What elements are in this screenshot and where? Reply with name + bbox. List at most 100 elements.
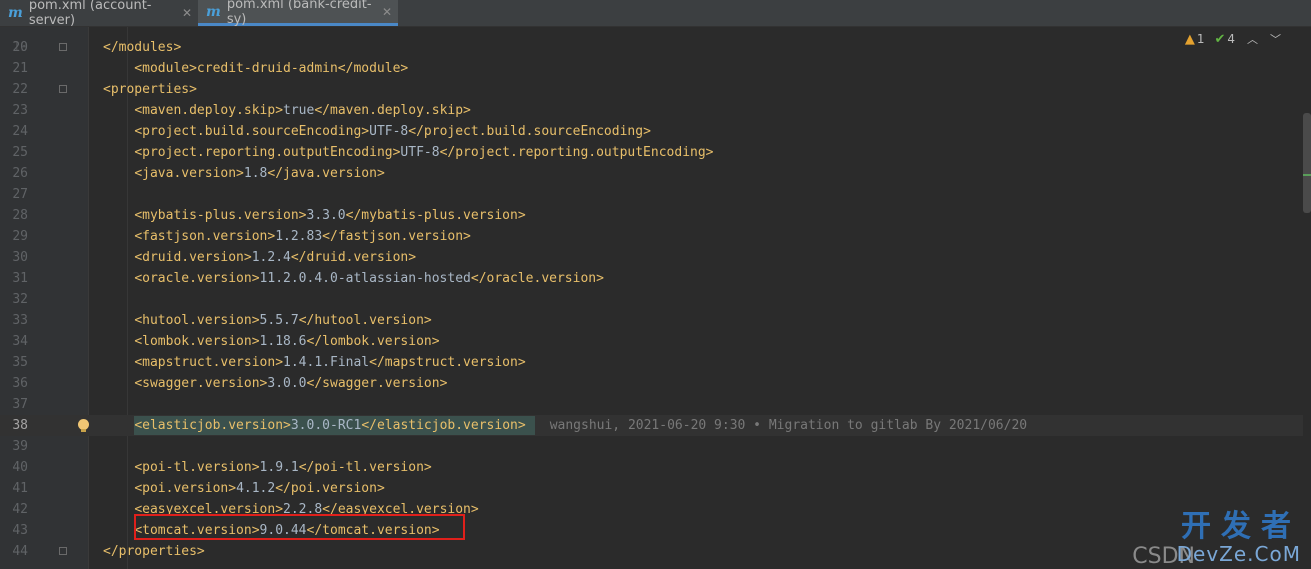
code-line[interactable]: 20 </modules> — [0, 37, 1303, 58]
line-code: <properties> — [103, 79, 197, 100]
maven-icon: m — [8, 5, 23, 21]
editor-tab-bar: m pom.xml (account-server) ✕ m pom.xml (… — [0, 0, 1311, 28]
code-line[interactable]: 30 <druid.version>1.2.4</druid.version> — [0, 247, 1303, 268]
code-line[interactable]: 44 </properties> — [0, 541, 1303, 562]
line-number: 43 — [12, 523, 28, 538]
change-marker — [1303, 174, 1311, 176]
tab-pom-account-server[interactable]: m pom.xml (account-server) ✕ — [0, 0, 198, 28]
xml-value: 3.0.0 — [267, 376, 307, 391]
code-line[interactable]: 37 — [0, 394, 1303, 415]
code-editor[interactable]: 19 <module>credit-druid-admin</module> 2… — [0, 27, 1311, 569]
line-number: 39 — [12, 439, 28, 454]
line-number: 38 — [12, 418, 28, 433]
code-line[interactable]: 24 <project.build.sourceEncoding>UTF-8</… — [0, 121, 1303, 142]
close-icon[interactable]: ✕ — [182, 6, 192, 20]
xml-open-tag: <poi-tl.version> — [134, 460, 260, 475]
xml-close-tag: </elasticjob.version> — [361, 418, 526, 433]
xml-open-tag: <mybatis-plus.version> — [134, 208, 307, 223]
code-line[interactable]: 25 <project.reporting.outputEncoding>UTF… — [0, 142, 1303, 163]
inspection-widget[interactable]: ▲ 1 ✔ 4 ︿ ﹀ — [1185, 31, 1281, 47]
xml-close-tag: </poi-tl.version> — [298, 460, 432, 475]
code-line[interactable]: 35 <mapstruct.version>1.4.1.Final</mapst… — [0, 352, 1303, 373]
xml-value: 1.9.1 — [259, 460, 299, 475]
xml-close-tag: </maven.deploy.skip> — [314, 103, 471, 118]
tab-label: pom.xml (bank-credit-sy) — [226, 0, 372, 27]
watermark-en: DevZe.CoM — [1176, 542, 1301, 566]
line-code: <swagger.version>3.0.0</swagger.version> — [103, 373, 447, 394]
close-icon[interactable]: ✕ — [382, 5, 392, 19]
code-line[interactable]: 29 <fastjson.version>1.2.83</fastjson.ve… — [0, 226, 1303, 247]
line-number: 32 — [12, 292, 28, 307]
line-number: 44 — [12, 544, 28, 559]
vertical-scrollbar[interactable] — [1303, 27, 1311, 569]
xml-open-tag: <java.version> — [134, 166, 244, 181]
line-number: 35 — [12, 355, 28, 370]
xml-open-tag: <hutool.version> — [134, 313, 260, 328]
tab-pom-bank-credit-sy[interactable]: m pom.xml (bank-credit-sy) ✕ — [198, 0, 398, 27]
code-line[interactable]: 36 <swagger.version>3.0.0</swagger.versi… — [0, 373, 1303, 394]
partial-line: 19 <module>credit-druid-admin</module> — [12, 40, 409, 76]
line-code: <mapstruct.version>1.4.1.Final</mapstruc… — [103, 352, 525, 373]
code-line[interactable]: 40 <poi-tl.version>1.9.1</poi-tl.version… — [0, 457, 1303, 478]
code-line[interactable]: 27 — [0, 184, 1303, 205]
fold-marker-icon[interactable] — [59, 43, 67, 51]
xml-close-tag: </project.reporting.outputEncoding> — [439, 145, 714, 160]
xml-open-tag: <project.reporting.outputEncoding> — [134, 145, 401, 160]
chevron-up-icon[interactable]: ︿ — [1247, 31, 1258, 47]
xml-value: 1.8 — [243, 166, 268, 181]
code-line[interactable]: 23 <maven.deploy.skip>true</maven.deploy… — [0, 100, 1303, 121]
code-line[interactable]: 31 <oracle.version>11.2.0.4.0-atlassian-… — [0, 268, 1303, 289]
lightbulb-icon[interactable] — [78, 419, 89, 432]
xml-open-tag: <elasticjob.version> — [134, 418, 291, 433]
code-line[interactable]: 21 — [0, 58, 1303, 79]
line-number: 42 — [12, 502, 28, 517]
code-line[interactable]: 41 <poi.version>4.1.2</poi.version> — [0, 478, 1303, 499]
line-code: <druid.version>1.2.4</druid.version> — [103, 247, 416, 268]
line-number: 25 — [12, 145, 28, 160]
scrollbar-thumb[interactable] — [1303, 113, 1311, 213]
xml-open-tag: <properties> — [103, 82, 197, 97]
xml-value: 5.5.7 — [259, 313, 299, 328]
line-number: 22 — [12, 82, 28, 97]
xml-open-tag: <poi.version> — [134, 481, 237, 496]
line-number: 34 — [12, 334, 28, 349]
fold-marker-icon[interactable] — [59, 547, 67, 555]
xml-value: 1.2.83 — [275, 229, 323, 244]
fold-marker-icon[interactable] — [59, 85, 67, 93]
code-line[interactable]: 28 <mybatis-plus.version>3.3.0</mybatis-… — [0, 205, 1303, 226]
code-line[interactable]: 32 — [0, 289, 1303, 310]
xml-value: 3.0.0-RC1 — [290, 418, 362, 433]
xml-close-tag: </project.build.sourceEncoding> — [408, 124, 651, 139]
code-line[interactable]: 39 — [0, 436, 1303, 457]
xml-open-tag: <mapstruct.version> — [134, 355, 284, 370]
line-number: 36 — [12, 376, 28, 391]
xml-close-tag: </swagger.version> — [306, 376, 448, 391]
git-blame-annotation: wangshui, 2021-06-20 9:30 • Migration to… — [549, 418, 1028, 433]
xml-open-tag: <oracle.version> — [134, 271, 260, 286]
line-number: 31 — [12, 271, 28, 286]
xml-value: UTF-8 — [400, 145, 440, 160]
line-number: 24 — [12, 124, 28, 139]
xml-open-tag: <lombok.version> — [134, 334, 260, 349]
code-line[interactable]: 38 <elasticjob.version>3.0.0-RC1</elasti… — [0, 415, 1303, 436]
xml-value: 11.2.0.4.0-atlassian-hosted — [259, 271, 471, 286]
line-code: <hutool.version>5.5.7</hutool.version> — [103, 310, 431, 331]
line-number: 30 — [12, 250, 28, 265]
line-number: 21 — [12, 61, 28, 76]
line-number: 23 — [12, 103, 28, 118]
chevron-down-icon[interactable]: ﹀ — [1270, 31, 1281, 47]
line-code: <mybatis-plus.version>3.3.0</mybatis-plu… — [103, 205, 525, 226]
warning-icon: ▲ — [1184, 31, 1195, 47]
code-line[interactable]: 26 <java.version>1.8</java.version> — [0, 163, 1303, 184]
xml-open-tag: <project.build.sourceEncoding> — [134, 124, 370, 139]
xml-open-tag: </modules> — [103, 40, 182, 55]
code-line[interactable]: 34 <lombok.version>1.18.6</lombok.versio… — [0, 331, 1303, 352]
site-watermark: 开发者 DevZe.CoM — [1176, 511, 1301, 566]
code-line[interactable]: 22 <properties> — [0, 79, 1303, 100]
line-number: 27 — [12, 187, 28, 202]
xml-open-tag: <fastjson.version> — [134, 229, 276, 244]
line-code: <elasticjob.version>3.0.0-RC1</elasticjo… — [103, 415, 1027, 436]
line-code: <project.reporting.outputEncoding>UTF-8<… — [103, 142, 714, 163]
code-line[interactable]: 33 <hutool.version>5.5.7</hutool.version… — [0, 310, 1303, 331]
line-number: 28 — [12, 208, 28, 223]
